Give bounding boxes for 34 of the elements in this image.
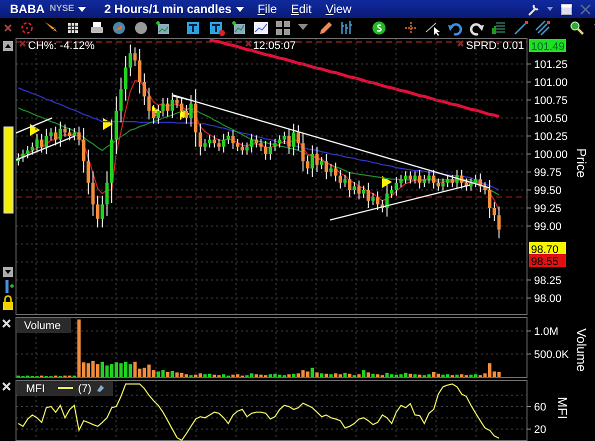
axis-label: 99.00 — [534, 221, 562, 233]
axis-label: 100.00 — [534, 149, 568, 161]
timeframe-selector[interactable]: 2 Hours/1 min candles — [104, 0, 232, 18]
axis-label: 20 — [534, 424, 546, 436]
symbol[interactable]: BABA — [10, 0, 45, 18]
spread-value: SPRD: 0.01 — [466, 40, 524, 52]
axis-label: 1.0M — [534, 326, 558, 338]
axis-label: 100.25 — [534, 131, 568, 143]
axis-label: 99.50 — [534, 185, 562, 197]
price-label: 98.70 — [529, 242, 566, 256]
clock-time: 12:05:07 — [253, 40, 296, 52]
panel-title: Volume — [17, 318, 71, 333]
axis-label: 99.25 — [534, 203, 562, 215]
axis-label: 99.75 — [534, 167, 562, 179]
menu-item[interactable]: Edit — [290, 0, 312, 18]
axis-title: Price — [574, 148, 589, 178]
price-label: 98.55 — [529, 254, 566, 268]
change-percent: CH%: -4.12% — [28, 40, 95, 52]
menu-item[interactable]: File — [258, 0, 277, 18]
exchange-label: NYSE — [50, 2, 74, 16]
axis-label: 60 — [534, 402, 546, 414]
axis-label: 101.00 — [534, 77, 568, 89]
menu-item[interactable]: View — [326, 0, 352, 18]
axis-label: 100.50 — [534, 113, 568, 125]
axis-label: 101.25 — [534, 59, 568, 71]
axis-label: 500.0K — [534, 349, 569, 361]
axis-title: MFI — [555, 396, 570, 420]
axis-label: 98.25 — [534, 275, 562, 287]
period-label: (7) — [78, 383, 92, 395]
panel-title: MFI — [26, 383, 45, 395]
axis-label: 100.75 — [534, 95, 568, 107]
price-label: 101.49 — [529, 39, 566, 53]
axis-label: 98.00 — [534, 293, 562, 305]
axis-title: Volume — [574, 328, 589, 372]
